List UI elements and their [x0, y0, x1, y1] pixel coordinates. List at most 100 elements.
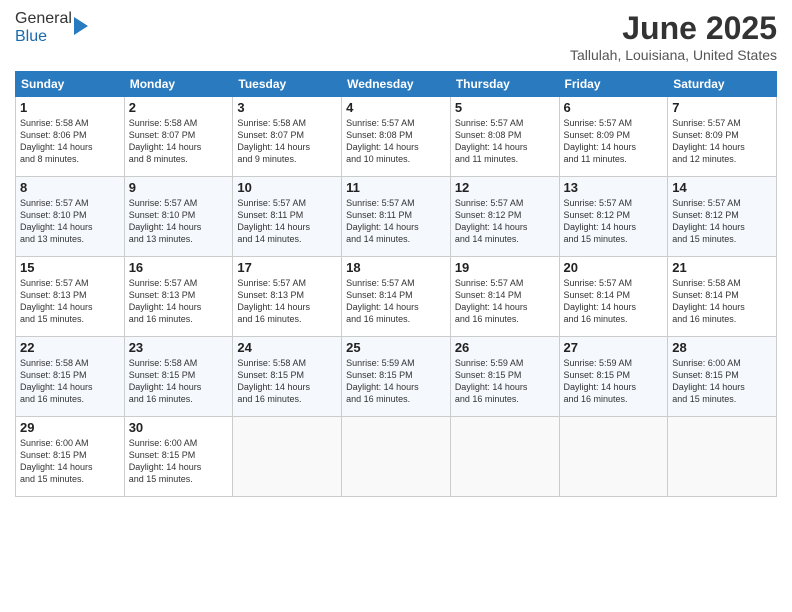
day-info: Sunrise: 5:58 AMSunset: 8:14 PMDaylight:…	[672, 277, 772, 326]
day-info: Sunrise: 5:57 AMSunset: 8:12 PMDaylight:…	[455, 197, 555, 246]
day-info: Sunrise: 5:59 AMSunset: 8:15 PMDaylight:…	[564, 357, 664, 406]
calendar-cell: 1Sunrise: 5:58 AMSunset: 8:06 PMDaylight…	[16, 97, 125, 177]
day-number: 18	[346, 260, 446, 275]
calendar-cell: 17 Sunrise: 5:57 AMSunset: 8:13 PMDayligh…	[233, 257, 342, 337]
day-number: 3	[237, 100, 337, 115]
calendar-cell: 22Sunrise: 5:58 AMSunset: 8:15 PMDayligh…	[16, 337, 125, 417]
day-number: 24	[237, 340, 337, 355]
day-number: 30	[129, 420, 229, 435]
day-number: 6	[564, 100, 664, 115]
day-number: 4	[346, 100, 446, 115]
day-number: 9	[129, 180, 229, 195]
col-friday: Friday	[559, 72, 668, 97]
calendar-cell: 15 Sunrise: 5:57 AMSunset: 8:13 PMDayligh…	[16, 257, 125, 337]
calendar-cell: 4 Sunrise: 5:57 AMSunset: 8:08 PMDaylight…	[342, 97, 451, 177]
day-info: Sunrise: 5:57 AMSunset: 8:08 PMDaylight:…	[346, 117, 446, 166]
day-info: Sunrise: 5:57 AMSunset: 8:11 PMDaylight:…	[237, 197, 337, 246]
calendar-cell	[668, 417, 777, 497]
day-info: Sunrise: 5:57 AMSunset: 8:09 PMDaylight:…	[564, 117, 664, 166]
day-info: Sunrise: 6:00 AMSunset: 8:15 PMDaylight:…	[129, 437, 229, 486]
day-info: Sunrise: 5:57 AMSunset: 8:13 PMDaylight:…	[129, 277, 229, 326]
calendar-cell: 10 Sunrise: 5:57 AMSunset: 8:11 PMDayligh…	[233, 177, 342, 257]
day-info: Sunrise: 5:57 AMSunset: 8:10 PMDaylight:…	[129, 197, 229, 246]
calendar-cell	[342, 417, 451, 497]
day-info: Sunrise: 5:57 AMSunset: 8:13 PMDaylight:…	[237, 277, 337, 326]
day-number: 11	[346, 180, 446, 195]
calendar-cell: 14 Sunrise: 5:57 AMSunset: 8:12 PMDayligh…	[668, 177, 777, 257]
logo-blue-text: Blue	[15, 28, 47, 45]
logo-general-text: General	[15, 10, 72, 27]
month-title: June 2025	[570, 10, 777, 47]
calendar-cell: 16 Sunrise: 5:57 AMSunset: 8:13 PMDayligh…	[124, 257, 233, 337]
day-info: Sunrise: 5:57 AMSunset: 8:11 PMDaylight:…	[346, 197, 446, 246]
day-number: 17	[237, 260, 337, 275]
day-number: 28	[672, 340, 772, 355]
calendar-cell	[233, 417, 342, 497]
calendar-week-row: 8Sunrise: 5:57 AMSunset: 8:10 PMDaylight…	[16, 177, 777, 257]
calendar-week-row: 1Sunrise: 5:58 AMSunset: 8:06 PMDaylight…	[16, 97, 777, 177]
header: General Blue June 2025 Tallulah, Louisia…	[15, 10, 777, 63]
title-block: June 2025 Tallulah, Louisiana, United St…	[570, 10, 777, 63]
day-info: Sunrise: 5:57 AMSunset: 8:12 PMDaylight:…	[672, 197, 772, 246]
col-monday: Monday	[124, 72, 233, 97]
calendar-cell: 9 Sunrise: 5:57 AMSunset: 8:10 PMDaylight…	[124, 177, 233, 257]
calendar-cell: 3 Sunrise: 5:58 AMSunset: 8:07 PMDaylight…	[233, 97, 342, 177]
day-number: 15	[20, 260, 120, 275]
calendar-cell: 2Sunrise: 5:58 AMSunset: 8:07 PMDaylight…	[124, 97, 233, 177]
calendar-cell: 24 Sunrise: 5:58 AMSunset: 8:15 PMDayligh…	[233, 337, 342, 417]
day-number: 12	[455, 180, 555, 195]
day-number: 7	[672, 100, 772, 115]
day-number: 10	[237, 180, 337, 195]
calendar-week-row: 29 Sunrise: 6:00 AMSunset: 8:15 PMDayligh…	[16, 417, 777, 497]
day-number: 16	[129, 260, 229, 275]
day-info: Sunrise: 5:57 AMSunset: 8:09 PMDaylight:…	[672, 117, 772, 166]
day-info: Sunrise: 5:57 AMSunset: 8:14 PMDaylight:…	[455, 277, 555, 326]
day-info: Sunrise: 5:58 AMSunset: 8:15 PMDaylight:…	[237, 357, 337, 406]
day-info: Sunrise: 6:00 AMSunset: 8:15 PMDaylight:…	[672, 357, 772, 406]
day-number: 13	[564, 180, 664, 195]
calendar-cell: 6 Sunrise: 5:57 AMSunset: 8:09 PMDaylight…	[559, 97, 668, 177]
col-wednesday: Wednesday	[342, 72, 451, 97]
day-number: 22	[20, 340, 120, 355]
calendar-cell: 8Sunrise: 5:57 AMSunset: 8:10 PMDaylight…	[16, 177, 125, 257]
day-info: Sunrise: 5:57 AMSunset: 8:10 PMDaylight:…	[20, 197, 120, 246]
calendar-cell: 19 Sunrise: 5:57 AMSunset: 8:14 PMDayligh…	[450, 257, 559, 337]
calendar-cell: 20 Sunrise: 5:57 AMSunset: 8:14 PMDayligh…	[559, 257, 668, 337]
col-tuesday: Tuesday	[233, 72, 342, 97]
day-info: Sunrise: 5:57 AMSunset: 8:08 PMDaylight:…	[455, 117, 555, 166]
day-number: 20	[564, 260, 664, 275]
calendar-cell: 27Sunrise: 5:59 AMSunset: 8:15 PMDayligh…	[559, 337, 668, 417]
day-info: Sunrise: 5:58 AMSunset: 8:07 PMDaylight:…	[237, 117, 337, 166]
calendar-cell: 7 Sunrise: 5:57 AMSunset: 8:09 PMDaylight…	[668, 97, 777, 177]
day-number: 26	[455, 340, 555, 355]
location-text: Tallulah, Louisiana, United States	[570, 47, 777, 63]
day-info: Sunrise: 5:57 AMSunset: 8:12 PMDaylight:…	[564, 197, 664, 246]
col-thursday: Thursday	[450, 72, 559, 97]
day-number: 19	[455, 260, 555, 275]
calendar-week-row: 22 Sunrise: 5:58 AMSunset: 8:15 PMDayligh…	[16, 337, 777, 417]
calendar-cell: 18 Sunrise: 5:57 AMSunset: 8:14 PMDayligh…	[342, 257, 451, 337]
calendar-cell: 29 Sunrise: 6:00 AMSunset: 8:15 PMDayligh…	[16, 417, 125, 497]
calendar-cell: 11 Sunrise: 5:57 AMSunset: 8:11 PMDayligh…	[342, 177, 451, 257]
day-info: Sunrise: 5:59 AMSunset: 8:15 PMDaylight:…	[346, 357, 446, 406]
day-info: Sunrise: 6:00 AMSunset: 8:15 PMDaylight:…	[20, 437, 120, 486]
day-info: Sunrise: 5:57 AMSunset: 8:14 PMDaylight:…	[564, 277, 664, 326]
calendar-cell	[559, 417, 668, 497]
day-number: 25	[346, 340, 446, 355]
calendar-cell	[450, 417, 559, 497]
logo: General Blue	[15, 10, 88, 46]
calendar-cell: 30 Sunrise: 6:00 AMSunset: 8:15 PMDayligh…	[124, 417, 233, 497]
calendar-table: Sunday Monday Tuesday Wednesday Thursday…	[15, 71, 777, 497]
calendar-header-row: Sunday Monday Tuesday Wednesday Thursday…	[16, 72, 777, 97]
day-number: 23	[129, 340, 229, 355]
day-number: 29	[20, 420, 120, 435]
day-number: 14	[672, 180, 772, 195]
day-info: Sunrise: 5:57 AMSunset: 8:14 PMDaylight:…	[346, 277, 446, 326]
day-info: Sunrise: 5:57 AMSunset: 8:13 PMDaylight:…	[20, 277, 120, 326]
col-sunday: Sunday	[16, 72, 125, 97]
calendar-cell: 21Sunrise: 5:58 AMSunset: 8:14 PMDayligh…	[668, 257, 777, 337]
calendar-cell: 12 Sunrise: 5:57 AMSunset: 8:12 PMDayligh…	[450, 177, 559, 257]
day-info: Sunrise: 5:58 AMSunset: 8:07 PMDaylight:…	[129, 117, 229, 166]
calendar-cell: 23Sunrise: 5:58 AMSunset: 8:15 PMDayligh…	[124, 337, 233, 417]
day-number: 1	[20, 100, 120, 115]
